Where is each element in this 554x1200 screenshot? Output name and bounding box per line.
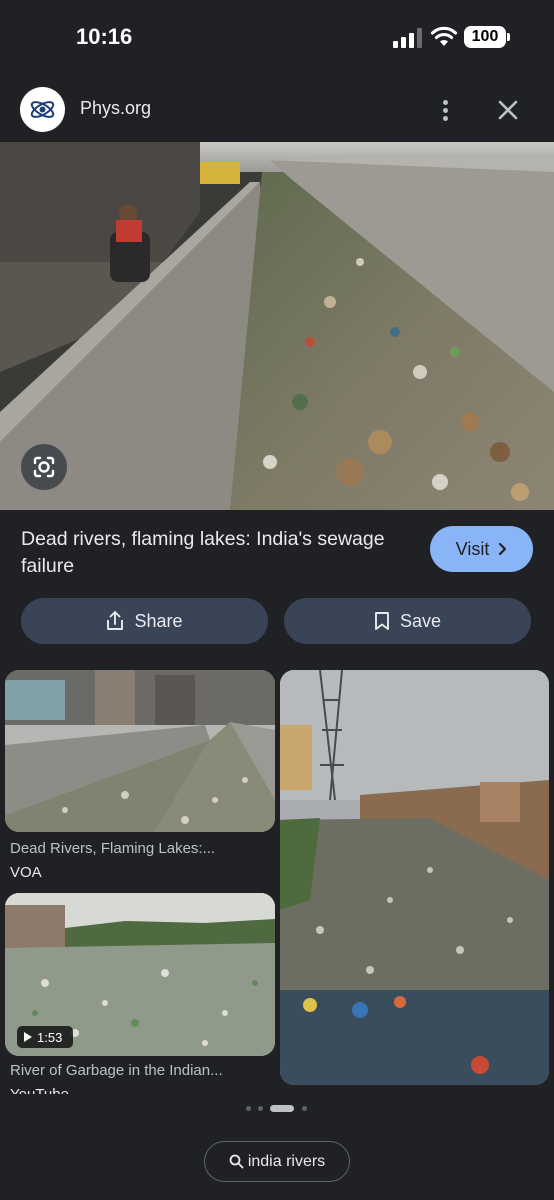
google-lens-button[interactable] [21, 444, 67, 490]
close-icon[interactable] [490, 92, 526, 128]
search-query-chip[interactable]: india rivers [204, 1141, 350, 1182]
more-dot [443, 108, 448, 113]
page-dot [246, 1106, 251, 1111]
search-query-label: india rivers [247, 1152, 326, 1170]
tower-garbage-river-thumbnail [280, 670, 549, 1085]
more-dot [443, 116, 448, 121]
search-icon [229, 1154, 244, 1169]
status-time: 10:16 [76, 24, 133, 49]
garbage-canal-photo [0, 142, 554, 510]
video-duration: 1:53 [37, 1029, 63, 1045]
share-button[interactable]: Share [21, 598, 268, 644]
hero-image[interactable] [0, 142, 554, 510]
status-bar: 10:16 100 [0, 0, 554, 78]
video-duration-badge: 1:53 [17, 1026, 73, 1048]
page-dot [302, 1106, 307, 1111]
more-vertical-icon [443, 100, 448, 105]
related-caption-1[interactable]: Dead Rivers, Flaming Lakes:... [10, 840, 272, 857]
cellular-signal-icon [393, 28, 422, 48]
battery-level: 100 [464, 26, 506, 48]
visit-label: Visit [455, 538, 490, 559]
bookmark-icon [375, 612, 389, 630]
related-source-3: YouTube [10, 1086, 69, 1094]
related-caption-3[interactable]: River of Garbage in the Indian... [10, 1062, 272, 1079]
google-lens-icon [33, 456, 55, 478]
source-logo[interactable] [20, 87, 65, 132]
related-source-1: VOA [10, 864, 42, 881]
related-image-voa[interactable] [5, 670, 275, 832]
visit-button[interactable]: Visit [430, 526, 533, 572]
carousel-page-indicator [0, 1105, 554, 1113]
more-options-button[interactable] [432, 92, 460, 128]
battery-tip [507, 33, 510, 41]
play-icon [24, 1032, 32, 1042]
share-icon [107, 611, 124, 630]
save-button[interactable]: Save [284, 598, 531, 644]
page-dot-active [270, 1105, 294, 1112]
save-label: Save [399, 610, 442, 631]
share-label: Share [134, 610, 183, 631]
voa-canal-thumbnail [5, 670, 275, 832]
page-dot [258, 1106, 263, 1111]
wifi-icon [430, 26, 458, 46]
result-title[interactable]: Dead rivers, flaming lakes: India's sewa… [21, 526, 411, 580]
chevron-right-icon [499, 542, 507, 556]
related-image-tall[interactable] [280, 670, 549, 1085]
physorg-logo-icon [20, 87, 65, 132]
source-name[interactable]: Phys.org [80, 98, 151, 119]
